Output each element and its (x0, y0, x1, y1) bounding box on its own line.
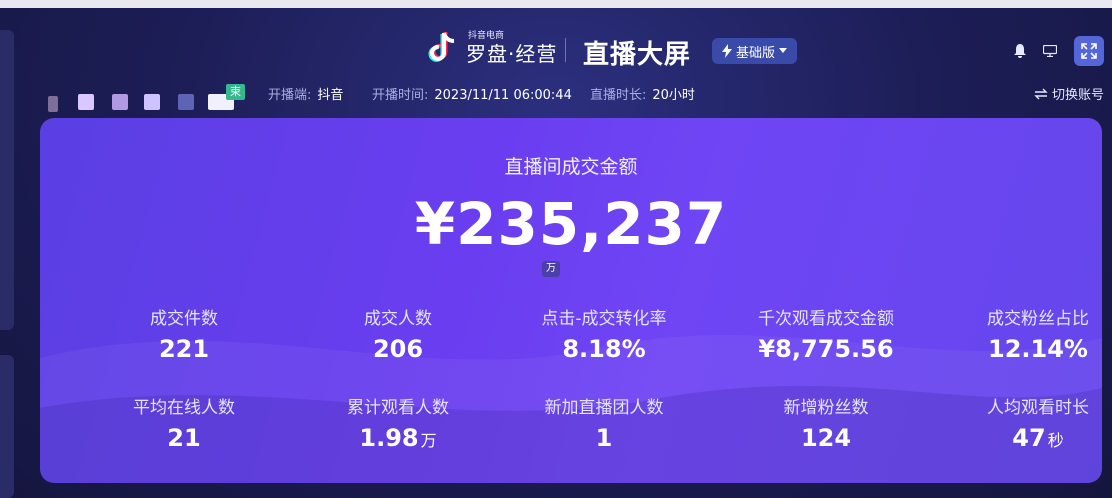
notification-button[interactable] (1007, 38, 1033, 64)
browser-top-strip (0, 0, 1112, 8)
metric-value: 21 (84, 424, 284, 452)
gmv-label: 直播间成交金额 (504, 156, 638, 178)
switch-account-label: 切换账号 (1051, 88, 1104, 103)
metric-card: 成交粉丝占比 12.14% (938, 304, 1102, 363)
logo-title: 罗盘·经营 (466, 42, 558, 66)
platform-label: 开播端: (268, 88, 312, 103)
live-dashboard-screen: 抖音电商 罗盘·经营 直播大屏 基础版 束 开播端: 抖音 开播时间: 2023… (0, 0, 1112, 498)
version-label: 基础版 (736, 45, 776, 61)
switch-account-button[interactable]: 切换账号 (1034, 84, 1104, 103)
metric-value: 1.98 万 (298, 424, 498, 452)
metric-label: 新加直播团人数 (544, 398, 664, 418)
platform-value: 抖音 (317, 88, 344, 103)
tiktok-note-icon (428, 32, 455, 62)
blurred-account-avatar (48, 94, 242, 116)
metric-card: 新加直播团人数 1 (504, 393, 704, 452)
side-panel-tab-upper[interactable] (0, 30, 14, 330)
page-title: 直播大屏 (583, 40, 692, 70)
metric-value: 1 (504, 424, 704, 452)
duration-value: 20小时 (652, 88, 695, 103)
metric-label: 成交人数 (364, 309, 432, 329)
metric-value: 221 (84, 335, 284, 363)
metric-number: 12.14% (988, 335, 1088, 363)
start-time-value: 2023/11/11 06:00:44 (434, 88, 572, 103)
metric-number: ¥8,775.56 (758, 335, 894, 363)
gmv-card: 直播间成交金额 ¥235,237 万 成交件数 221 成交人数 206 点击-成交转化… (40, 118, 1102, 483)
header-divider (565, 38, 566, 62)
metric-card: 累计观看人数 1.98 万 (298, 393, 498, 452)
monitor-icon (1043, 45, 1057, 57)
logo-subtitle: 抖音电商 (468, 31, 505, 41)
duration-label: 直播时长: (590, 88, 647, 103)
start-time-label: 开播时间: (372, 88, 429, 103)
metric-number: 47 (1012, 424, 1046, 452)
metric-label: 人均观看时长 (987, 398, 1089, 418)
metric-unit: 万 (420, 431, 437, 450)
metric-label: 累计观看人数 (347, 398, 449, 418)
fullscreen-button[interactable] (1074, 36, 1104, 66)
metric-number: 206 (372, 335, 424, 363)
gmv-unit-toggle[interactable]: 万 (542, 261, 560, 277)
metric-label: 千次观看成交金额 (758, 309, 894, 329)
metric-label: 成交粉丝占比 (987, 309, 1089, 329)
gmv-value: ¥235,237 (414, 190, 728, 258)
metric-label: 平均在线人数 (133, 398, 235, 418)
version-button[interactable]: 基础版 (712, 38, 798, 64)
metric-label: 新增粉丝数 (783, 398, 869, 418)
metric-number: 221 (158, 335, 210, 363)
fullscreen-icon (1081, 43, 1097, 59)
metric-number: 8.18% (562, 335, 646, 363)
metric-number: 21 (167, 424, 201, 452)
metric-value: 47 秒 (938, 424, 1102, 452)
display-mode-button[interactable] (1037, 38, 1063, 64)
metric-value: 8.18% (504, 335, 704, 363)
live-info-bar: 束 开播端: 抖音 开播时间: 2023/11/11 06:00:44 直播时长: 2… (0, 82, 1112, 112)
metric-value: ¥8,775.56 (726, 335, 926, 363)
caret-down-icon (779, 48, 788, 53)
metric-card: 点击-成交转化率 8.18% (504, 304, 704, 363)
metric-card: 千次观看成交金额 ¥8,775.56 (726, 304, 926, 363)
side-panel-tab-lower[interactable] (0, 355, 14, 498)
metric-card: 新增粉丝数 124 (726, 393, 926, 452)
metric-number: 1.98 (359, 424, 419, 452)
switch-arrows-icon (1034, 88, 1048, 99)
lightning-icon (722, 44, 732, 58)
metric-label: 点击-成交转化率 (541, 309, 667, 329)
metric-number: 124 (800, 424, 852, 452)
metric-label: 成交件数 (150, 309, 218, 329)
metric-card: 平均在线人数 21 (84, 393, 284, 452)
compass-logo: 抖音电商 罗盘·经营 (428, 30, 557, 66)
metric-value: 124 (726, 424, 926, 452)
metric-value: 206 (298, 335, 498, 363)
metric-value: 12.14% (938, 335, 1102, 363)
start-time-info: 开播时间: 2023/11/11 06:00:44 (372, 84, 572, 103)
metric-card: 成交件数 221 (84, 304, 284, 363)
metric-card: 成交人数 206 (298, 304, 498, 363)
platform-info: 开播端: 抖音 (268, 84, 343, 103)
live-status-tag: 束 (226, 84, 245, 100)
metric-card: 人均观看时长 47 秒 (938, 393, 1102, 452)
bell-icon (1014, 44, 1026, 58)
duration-info: 直播时长: 20小时 (590, 84, 695, 103)
metric-unit: 秒 (1047, 431, 1064, 450)
metric-number: 1 (595, 424, 613, 452)
